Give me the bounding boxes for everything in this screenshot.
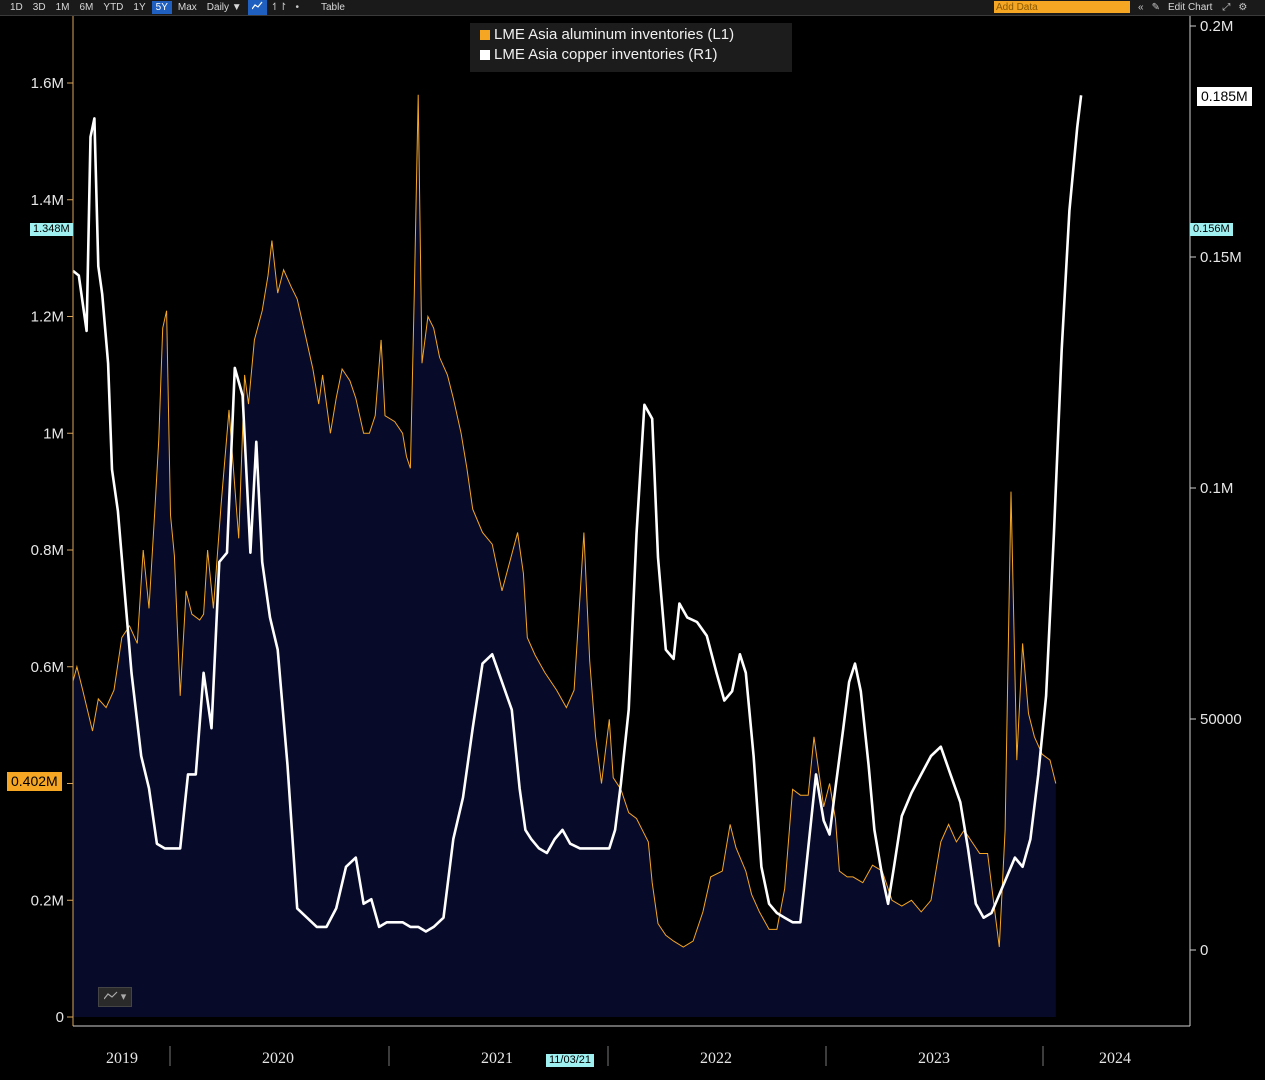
aluminum-area	[73, 94, 1056, 1017]
edit-chart-button[interactable]: Edit Chart	[1164, 1, 1216, 14]
chart-actions: « ✎ Edit Chart ⤢ ⚙	[1134, 0, 1251, 15]
range-6m-button[interactable]: 6M	[76, 1, 98, 14]
copper-swatch	[480, 50, 490, 60]
left-tick-label: 0	[56, 1009, 64, 1026]
left-high-tag: 1.348M	[30, 223, 73, 236]
collapse-icon[interactable]: «	[1134, 0, 1148, 15]
chart-toolbar: 1D 3D 1M 6M YTD 1Y 5Y Max Daily ▼ ↿↾ • T…	[0, 0, 1265, 16]
crosshair-date-tag: 11/03/21	[546, 1054, 595, 1067]
pencil-icon[interactable]: ✎	[1148, 0, 1164, 15]
right-tick-label: 50000	[1200, 711, 1242, 728]
right-high-tag: 0.156M	[1190, 223, 1233, 236]
right-tick-label: 0	[1200, 942, 1208, 959]
range-ytd-button[interactable]: YTD	[99, 1, 127, 14]
right-tick-label: 0.1M	[1200, 480, 1233, 497]
right-tick-label: 0.15M	[1200, 249, 1242, 266]
year-label: 2020	[262, 1050, 294, 1067]
aluminum-area-layer	[72, 94, 1057, 1017]
chart-legend: LME Asia aluminum inventories (L1) LME A…	[470, 23, 792, 72]
year-label: 2019	[106, 1050, 138, 1067]
frequency-dropdown[interactable]: Daily ▼	[203, 1, 246, 14]
range-selector: 1D 3D 1M 6M YTD 1Y 5Y Max Daily ▼ ↿↾ • T…	[6, 0, 351, 15]
more-icon[interactable]: •	[291, 0, 303, 15]
year-label: 2022	[700, 1050, 732, 1067]
range-5y-button[interactable]: 5Y	[151, 1, 172, 14]
left-tick-label: 0.2M	[31, 892, 64, 909]
line-chart-icon[interactable]	[247, 0, 267, 15]
legend-item-copper[interactable]: LME Asia copper inventories (R1)	[480, 46, 717, 64]
right-last-value-tag: 0.185M	[1197, 87, 1252, 106]
add-data-input[interactable]	[994, 1, 1130, 13]
range-1m-button[interactable]: 1M	[52, 1, 74, 14]
legend-item-aluminum[interactable]: LME Asia aluminum inventories (L1)	[480, 26, 734, 44]
chart-type-toggle-button[interactable]: ▾	[98, 987, 132, 1007]
compare-icon[interactable]: ↿↾	[267, 0, 292, 15]
right-tick-label: 0.2M	[1200, 18, 1233, 35]
range-1y-button[interactable]: 1Y	[129, 1, 149, 14]
inventory-chart: 0 0.2M 0.6M 0.8M 1M 1.2M 1.4M 1.6M 0 50000 0.1M 0.1…	[31, 16, 1242, 1067]
year-label: 2021	[481, 1050, 513, 1067]
gear-icon[interactable]: ⚙	[1234, 0, 1251, 15]
left-tick-label: 0.8M	[31, 542, 64, 559]
year-label: 2024	[1099, 1050, 1131, 1067]
range-1d-button[interactable]: 1D	[6, 1, 27, 14]
left-tick-label: 1M	[43, 425, 64, 442]
range-3d-button[interactable]: 3D	[29, 1, 50, 14]
legend-label-copper: LME Asia copper inventories (R1)	[494, 46, 718, 63]
left-tick-label: 0.6M	[31, 659, 64, 676]
left-tick-label: 1.2M	[31, 309, 64, 326]
left-last-value-tag: 0.402M	[7, 772, 62, 791]
range-max-button[interactable]: Max	[174, 1, 201, 14]
left-tick-label: 1.4M	[31, 192, 64, 209]
table-button[interactable]: Table	[317, 1, 349, 14]
left-tick-label: 1.6M	[31, 75, 64, 92]
year-label: 2023	[918, 1050, 950, 1067]
chart-settings-icon[interactable]: ⤢	[1218, 0, 1234, 15]
aluminum-swatch	[480, 30, 490, 40]
legend-label-aluminum: LME Asia aluminum inventories (L1)	[494, 26, 735, 43]
